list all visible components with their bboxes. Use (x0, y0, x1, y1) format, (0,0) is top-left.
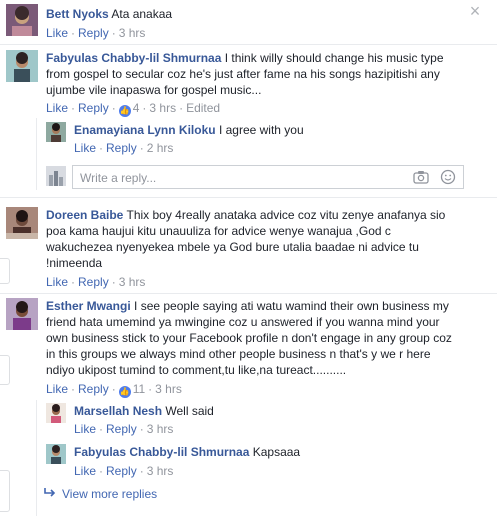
comment-body: Bett Nyoks Ata anakaa (46, 6, 466, 22)
comment-actions: Like · Reply · 👍 4 · 3 hrs · Edited (46, 101, 221, 117)
like-button[interactable]: Like (46, 101, 68, 115)
thread-line (36, 400, 37, 516)
reply-button[interactable]: Reply (106, 422, 137, 436)
reply-author[interactable]: Enamayiana Lynn Kiloku (74, 123, 216, 137)
reply-button[interactable]: Reply (78, 101, 109, 115)
reply-input[interactable] (80, 170, 400, 186)
reply-button[interactable]: Reply (78, 26, 109, 40)
like-button[interactable]: Like (46, 26, 68, 40)
divider (0, 293, 497, 294)
reply-actions: Like · Reply · 3 hrs (74, 464, 174, 478)
comment-body: Fabyulas Chabby-lil Shmurnaa I think wil… (46, 50, 458, 98)
reply-text: Well said (165, 404, 214, 418)
like-button[interactable]: Like (46, 275, 68, 289)
avatar[interactable] (46, 122, 66, 142)
timestamp[interactable]: 3 hrs (149, 101, 176, 115)
side-panel-box (0, 470, 10, 512)
reply-author[interactable]: Marsellah Nesh (74, 404, 162, 418)
comment-body: Doreen Baibe Thix boy 4really anataka ad… (46, 207, 458, 271)
reaction-count[interactable]: 4 (133, 101, 140, 115)
thread-line (36, 118, 37, 190)
reply-input-box (72, 165, 464, 189)
avatar[interactable] (6, 4, 38, 36)
like-button[interactable]: Like (74, 464, 96, 478)
comment-text: Ata anakaa (111, 7, 173, 21)
comment-author[interactable]: Doreen Baibe (46, 208, 123, 222)
side-panel-box (0, 355, 10, 385)
side-panel-box (0, 258, 10, 284)
edited-label[interactable]: Edited (186, 101, 220, 115)
divider (0, 197, 497, 198)
comment-author[interactable]: Fabyulas Chabby-lil Shmurnaa (46, 51, 221, 65)
avatar[interactable] (6, 298, 38, 330)
avatar[interactable] (46, 403, 66, 423)
avatar[interactable] (6, 50, 38, 82)
reply-button[interactable]: Reply (78, 382, 109, 396)
camera-icon[interactable] (413, 170, 429, 187)
comment-actions: Like · Reply · 3 hrs (46, 275, 146, 289)
reply-body: Enamayiana Lynn Kiloku I agree with you (74, 122, 464, 138)
reaction-count[interactable]: 11 (133, 382, 145, 396)
like-button[interactable]: Like (74, 141, 96, 155)
divider (0, 44, 497, 45)
close-icon[interactable]: × (468, 2, 482, 20)
reply-button[interactable]: Reply (106, 141, 137, 155)
timestamp[interactable]: 3 hrs (147, 464, 174, 478)
comment-body: Esther Mwangi I see people saying ati wa… (46, 298, 458, 378)
timestamp[interactable]: 3 hrs (155, 382, 182, 396)
reply-body: Fabyulas Chabby-lil Shmurnaa Kapsaaa (74, 444, 464, 460)
reply-author[interactable]: Fabyulas Chabby-lil Shmurnaa (74, 445, 249, 459)
emoji-icon[interactable] (440, 169, 456, 188)
reply-arrow-icon (44, 487, 56, 501)
view-more-replies[interactable]: View more replies (44, 486, 157, 501)
reply-text: I agree with you (218, 123, 304, 137)
current-user-avatar (46, 166, 66, 186)
reply-button[interactable]: Reply (78, 275, 109, 289)
comment-actions: Like · Reply · 👍 11 · 3 hrs (46, 382, 182, 398)
avatar[interactable] (46, 444, 66, 464)
like-button[interactable]: Like (46, 382, 68, 396)
like-reaction-icon[interactable]: 👍 (118, 386, 131, 398)
like-reaction-icon[interactable]: 👍 (118, 105, 131, 117)
avatar[interactable] (6, 207, 38, 239)
timestamp[interactable]: 3 hrs (119, 275, 146, 289)
comment-author[interactable]: Esther Mwangi (46, 299, 131, 313)
comment-actions: Like · Reply · 3 hrs (46, 26, 146, 40)
timestamp[interactable]: 3 hrs (119, 26, 146, 40)
timestamp[interactable]: 3 hrs (147, 422, 174, 436)
reply-button[interactable]: Reply (106, 464, 137, 478)
reply-body: Marsellah Nesh Well said (74, 403, 464, 419)
reply-text: Kapsaaa (252, 445, 301, 459)
timestamp[interactable]: 2 hrs (147, 141, 174, 155)
comment-author[interactable]: Bett Nyoks (46, 7, 109, 21)
reply-actions: Like · Reply · 3 hrs (74, 422, 174, 436)
view-more-label[interactable]: View more replies (62, 487, 157, 501)
like-button[interactable]: Like (74, 422, 96, 436)
reply-actions: Like · Reply · 2 hrs (74, 141, 174, 155)
